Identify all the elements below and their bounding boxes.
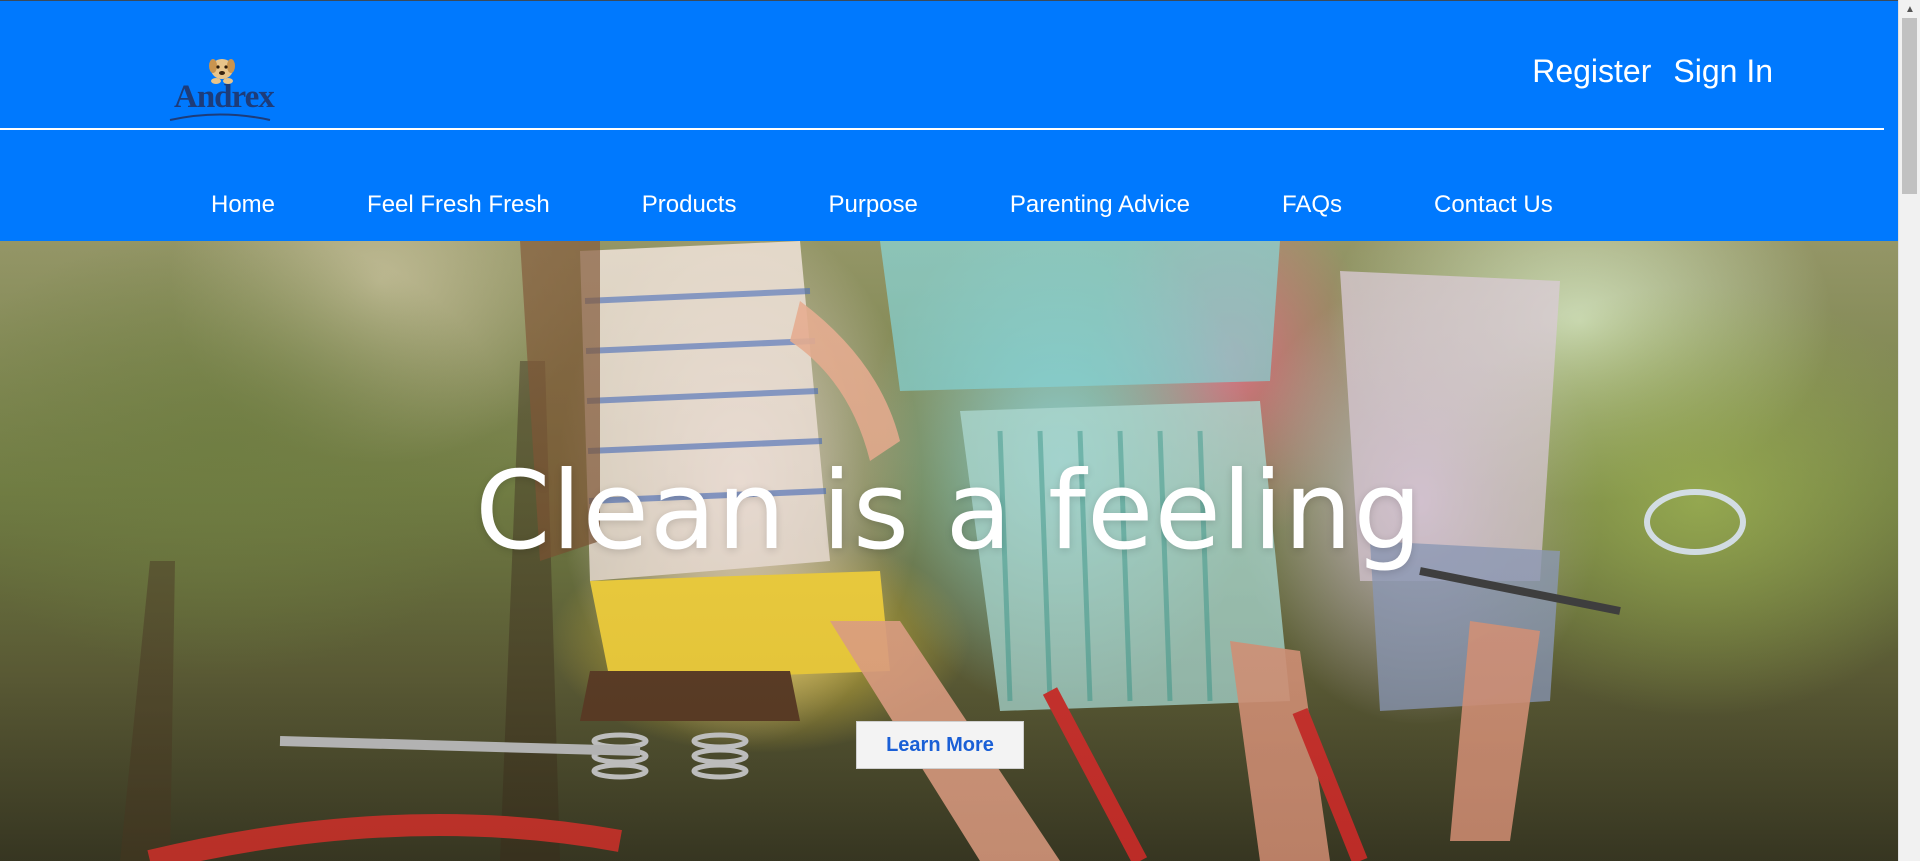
learn-more-button[interactable]: Learn More bbox=[856, 721, 1024, 769]
nav-item-faqs[interactable]: FAQs bbox=[1282, 191, 1342, 219]
andrex-logo[interactable]: Andrex bbox=[168, 49, 275, 123]
nav-item-contact-us[interactable]: Contact Us bbox=[1434, 191, 1553, 219]
header-divider bbox=[0, 128, 1884, 130]
hero-headline: Clean is a feeling bbox=[475, 449, 1423, 574]
page-viewport: Andrex Register Sign In Home Feel Fresh … bbox=[0, 0, 1898, 861]
nav-item-home[interactable]: Home bbox=[211, 191, 275, 219]
auth-links: Register Sign In bbox=[1532, 53, 1773, 90]
main-nav: Home Feel Fresh Fresh Products Purpose P… bbox=[165, 191, 1599, 219]
vertical-scrollbar[interactable]: ▲ bbox=[1898, 0, 1920, 861]
nav-item-parenting-advice[interactable]: Parenting Advice bbox=[1010, 191, 1190, 219]
register-link[interactable]: Register bbox=[1532, 53, 1651, 90]
logo-swoosh-icon bbox=[169, 113, 271, 121]
nav-item-products[interactable]: Products bbox=[642, 191, 737, 219]
nav-item-feel-fresh-fresh[interactable]: Feel Fresh Fresh bbox=[367, 191, 550, 219]
nav-item-purpose[interactable]: Purpose bbox=[828, 191, 917, 219]
site-header: Andrex Register Sign In Home Feel Fresh … bbox=[0, 0, 1898, 241]
sign-in-link[interactable]: Sign In bbox=[1673, 53, 1773, 90]
scrollbar-thumb[interactable] bbox=[1902, 18, 1917, 194]
hero-banner: Clean is a feeling Learn More bbox=[0, 241, 1898, 861]
chevron-up-icon[interactable]: ▲ bbox=[1899, 0, 1920, 18]
